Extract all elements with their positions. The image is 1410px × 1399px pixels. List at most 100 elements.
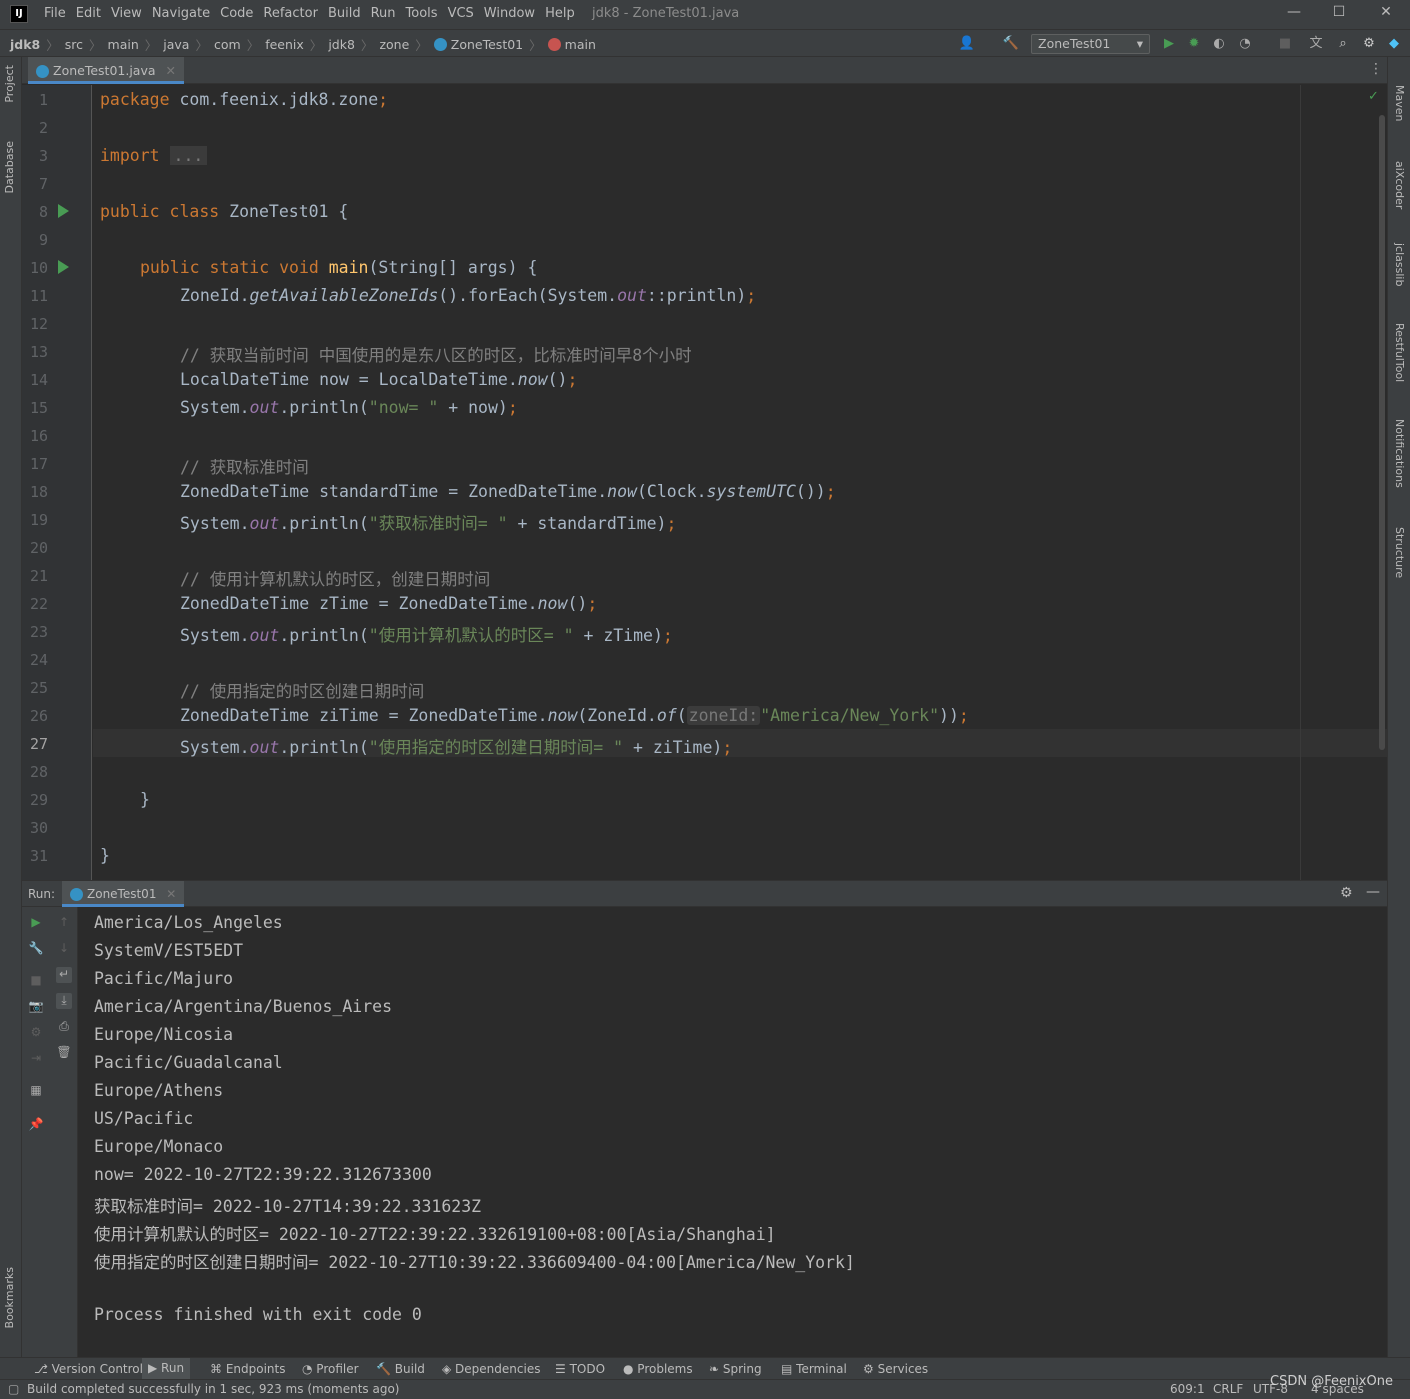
aixcoder-tool-tab[interactable]: aiXcoder bbox=[1393, 161, 1406, 209]
translate-icon[interactable]: 文 bbox=[1307, 35, 1325, 53]
caret-position[interactable]: 609:1 bbox=[1170, 1382, 1205, 1396]
close-tab-icon[interactable]: ✕ bbox=[166, 887, 176, 901]
menu-navigate[interactable]: Navigate bbox=[152, 6, 216, 21]
line-number: 13 bbox=[29, 343, 48, 361]
menu-code[interactable]: Code bbox=[220, 6, 259, 21]
status-toggle-icon[interactable]: ▢ bbox=[8, 1382, 19, 1396]
menu-file[interactable]: File bbox=[44, 6, 72, 21]
status-message[interactable]: Build completed successfully in 1 sec, 9… bbox=[27, 1382, 399, 1396]
coverage-icon[interactable]: ◐ bbox=[1210, 35, 1228, 53]
menu-refactor[interactable]: Refactor bbox=[263, 6, 324, 21]
code-token: com.feenix.jdk8.zone bbox=[169, 90, 379, 109]
menu-tools[interactable]: Tools bbox=[406, 6, 444, 21]
arrow-down-icon[interactable]: ↓ bbox=[56, 941, 72, 957]
gear-icon[interactable]: ⚙ bbox=[28, 1025, 44, 1041]
stop-icon[interactable]: ■ bbox=[1276, 35, 1294, 53]
run-icon[interactable]: ▶ bbox=[1160, 35, 1178, 53]
run-config-select[interactable]: ZoneTest01 ▾ bbox=[1031, 34, 1150, 54]
breadcrumb-method[interactable]: main bbox=[565, 37, 596, 52]
notifications-tool-tab[interactable]: Notifications bbox=[1393, 419, 1406, 488]
run-gutter-icon[interactable] bbox=[58, 204, 69, 218]
line-number: 24 bbox=[29, 651, 48, 669]
minimize-icon[interactable]: — bbox=[1282, 4, 1306, 24]
print-icon[interactable]: ⎙ bbox=[56, 1019, 72, 1035]
close-icon[interactable]: ✕ bbox=[1374, 4, 1398, 24]
scroll-to-end-icon[interactable]: ⤓ bbox=[56, 993, 72, 1009]
code-token: ::println) bbox=[646, 286, 747, 305]
profile-icon[interactable]: ◔ bbox=[1236, 35, 1254, 53]
menu-edit[interactable]: Edit bbox=[76, 6, 107, 21]
folded-imports[interactable]: ... bbox=[169, 146, 208, 165]
structure-tool-tab[interactable]: Structure bbox=[1393, 527, 1406, 578]
tab-endpoints[interactable]: ⌘ Endpoints bbox=[210, 1362, 286, 1376]
code-token: System. bbox=[180, 626, 250, 645]
no-problems-check-icon[interactable]: ✓ bbox=[1368, 89, 1379, 104]
close-tab-icon[interactable]: ✕ bbox=[166, 63, 176, 78]
tab-terminal[interactable]: ▤ Terminal bbox=[781, 1362, 847, 1376]
hide-panel-icon[interactable]: — bbox=[1366, 884, 1380, 900]
breadcrumb-jdk8[interactable]: jdk8 bbox=[328, 37, 355, 52]
tab-profiler[interactable]: ◔ Profiler bbox=[302, 1362, 359, 1376]
breadcrumb-feenix[interactable]: feenix bbox=[265, 37, 304, 52]
run-gutter-icon[interactable] bbox=[58, 260, 69, 274]
debug-icon[interactable]: ✹ bbox=[1185, 35, 1203, 53]
build-hammer-icon[interactable]: 🔨 bbox=[1002, 35, 1020, 53]
rerun-icon[interactable]: ▶ bbox=[28, 915, 44, 931]
search-icon[interactable]: ⌕ bbox=[1334, 35, 1352, 53]
breadcrumb-project[interactable]: jdk8 bbox=[10, 37, 40, 52]
stop-icon[interactable]: ■ bbox=[28, 973, 44, 989]
gear-icon[interactable]: ⚙ bbox=[1340, 885, 1353, 901]
editor-tab[interactable]: ZoneTest01.java ✕ bbox=[28, 57, 184, 84]
menu-build[interactable]: Build bbox=[328, 6, 367, 21]
tab-build[interactable]: 🔨 Build bbox=[376, 1362, 425, 1376]
tab-problems[interactable]: ● Problems bbox=[623, 1362, 693, 1376]
breadcrumb-com[interactable]: com bbox=[214, 37, 241, 52]
gear-icon[interactable]: ⚙ bbox=[1360, 35, 1378, 53]
plugin-icon[interactable]: ◆ bbox=[1385, 35, 1403, 53]
user-icon[interactable]: 👤 bbox=[958, 35, 976, 53]
arrow-up-icon[interactable]: ↑ bbox=[56, 915, 72, 931]
line-number: 2 bbox=[38, 119, 48, 137]
breadcrumb-zone[interactable]: zone bbox=[379, 37, 409, 52]
database-tool-tab[interactable]: Database bbox=[3, 141, 16, 194]
console-output[interactable]: America/Los_Angeles SystemV/EST5EDT Paci… bbox=[78, 907, 1387, 1358]
jclasslib-tool-tab[interactable]: jclasslib bbox=[1393, 243, 1406, 286]
maximize-icon[interactable]: ☐ bbox=[1327, 4, 1351, 24]
code-editor[interactable]: 1 2 3 7 8 9 10 11 12 13 14 15 16 17 18 1… bbox=[22, 85, 1387, 880]
console-line: US/Pacific bbox=[94, 1109, 194, 1128]
menu-vcs[interactable]: VCS bbox=[448, 6, 480, 21]
soft-wrap-icon[interactable]: ↵ bbox=[56, 967, 72, 983]
code-token: .println( bbox=[279, 398, 369, 417]
line-separator[interactable]: CRLF bbox=[1213, 1382, 1243, 1396]
maven-tool-tab[interactable]: Maven bbox=[1393, 85, 1406, 121]
tab-todo[interactable]: ☰ TODO bbox=[555, 1362, 605, 1376]
breadcrumb-java[interactable]: java bbox=[163, 37, 189, 52]
exit-icon[interactable]: ⇥ bbox=[28, 1051, 44, 1067]
tab-spring[interactable]: ❧ Spring bbox=[709, 1362, 762, 1376]
line-number: 15 bbox=[29, 399, 48, 417]
bookmarks-tool-tab[interactable]: Bookmarks bbox=[3, 1267, 16, 1328]
project-tool-tab[interactable]: Project bbox=[3, 65, 16, 103]
editor-scrollbar[interactable] bbox=[1379, 115, 1385, 750]
camera-icon[interactable]: 📷 bbox=[28, 999, 44, 1015]
layout-icon[interactable]: ▦ bbox=[28, 1083, 44, 1099]
tab-run[interactable]: ▶ Run bbox=[142, 1358, 191, 1379]
menu-run[interactable]: Run bbox=[371, 6, 402, 21]
menu-view[interactable]: View bbox=[111, 6, 148, 21]
breadcrumb-main[interactable]: main bbox=[108, 37, 139, 52]
breadcrumb-class[interactable]: ZoneTest01 bbox=[451, 37, 523, 52]
code-token: () bbox=[547, 370, 568, 389]
run-tab[interactable]: ZoneTest01 ✕ bbox=[62, 881, 185, 907]
more-options-icon[interactable]: ⋮ bbox=[1369, 61, 1383, 77]
restfultool-tool-tab[interactable]: RestfulTool bbox=[1393, 323, 1406, 382]
menu-help[interactable]: Help bbox=[545, 6, 581, 21]
trash-icon[interactable]: 🗑 bbox=[56, 1045, 72, 1061]
tab-services[interactable]: ⚙ Services bbox=[863, 1362, 928, 1376]
breadcrumb-src[interactable]: src bbox=[65, 37, 83, 52]
wrench-icon[interactable]: 🔧 bbox=[28, 941, 44, 957]
tab-version-control[interactable]: ⎇ Version Control bbox=[34, 1362, 143, 1376]
line-number: 12 bbox=[29, 315, 48, 333]
menu-window[interactable]: Window bbox=[484, 6, 541, 21]
tab-dependencies[interactable]: ◈ Dependencies bbox=[442, 1362, 540, 1376]
pin-icon[interactable]: 📌 bbox=[28, 1117, 44, 1133]
